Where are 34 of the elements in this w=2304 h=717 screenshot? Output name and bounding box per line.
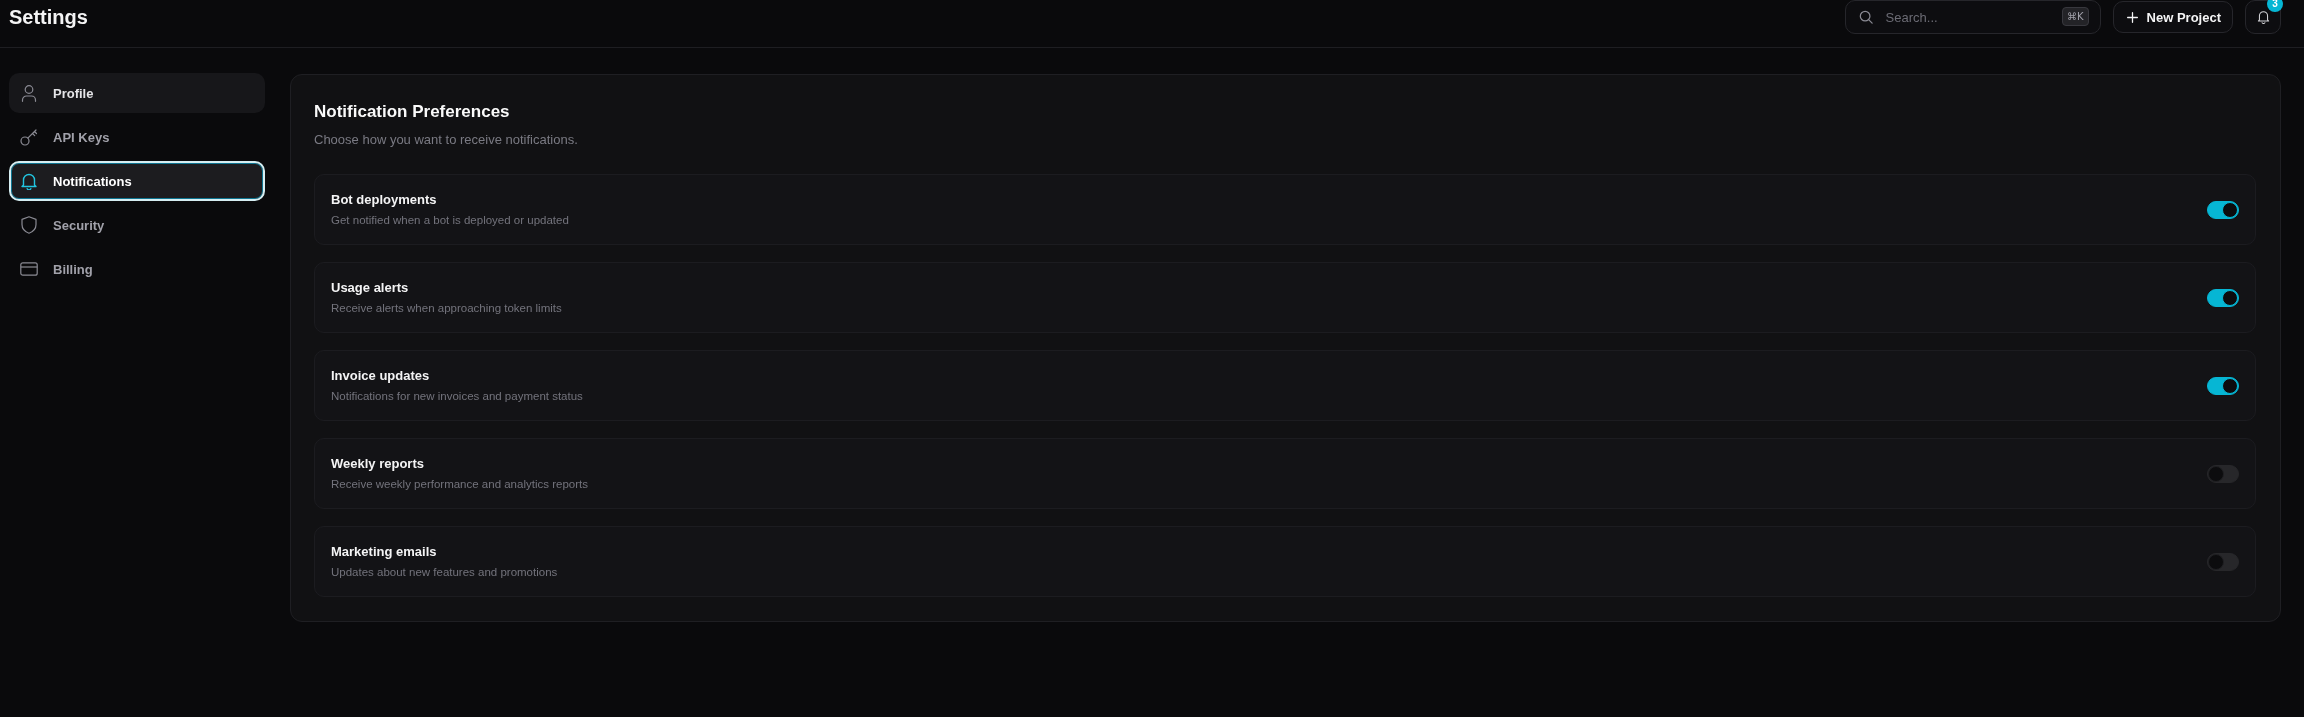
user-icon bbox=[20, 84, 38, 102]
preference-title: Bot deployments bbox=[331, 191, 438, 209]
sidebar-item[interactable]: API Keys bbox=[9, 117, 265, 157]
section-title: Notification Preferences bbox=[314, 101, 511, 123]
preference-description: Receive alerts when approaching token limits bbox=[331, 301, 562, 316]
preference-title: Weekly reports bbox=[331, 455, 425, 473]
preference-description: Get notified when a bot is deployed or updated bbox=[331, 213, 569, 228]
page-title: Settings bbox=[9, 5, 88, 30]
toggle-switch[interactable] bbox=[2207, 464, 2239, 483]
preference-title: Usage alerts bbox=[331, 279, 410, 297]
credit-card-icon bbox=[20, 260, 38, 278]
section-subtitle: Choose how you want to receive notifications. bbox=[314, 131, 579, 149]
new-project-button[interactable]: New Project bbox=[2112, 1, 2233, 33]
search-icon bbox=[1858, 10, 1873, 24]
toggle-switch[interactable] bbox=[2207, 376, 2239, 395]
sidebar-item[interactable]: Security bbox=[9, 205, 265, 245]
preference-description: Receive weekly performance and analytics reports bbox=[331, 477, 588, 492]
toggle-switch[interactable] bbox=[2207, 552, 2239, 571]
shield-icon bbox=[20, 216, 38, 234]
sidebar-item[interactable]: Profile bbox=[9, 73, 265, 113]
key-icon bbox=[20, 128, 38, 146]
preference-description: Notifications for new invoices and payment status bbox=[331, 389, 583, 404]
toggle-switch[interactable] bbox=[2207, 288, 2239, 307]
sidebar-item[interactable]: Billing bbox=[9, 249, 265, 289]
notification-badge: 3 bbox=[2267, 0, 2283, 12]
preference-title: Marketing emails bbox=[331, 543, 438, 561]
plus-icon bbox=[2126, 11, 2138, 23]
preference-description: Updates about new features and promotions bbox=[331, 565, 558, 580]
toggle-switch[interactable] bbox=[2207, 200, 2239, 219]
bell-icon bbox=[20, 172, 38, 190]
shortcut-hint: ⌘K bbox=[2062, 7, 2089, 26]
sidebar-item[interactable]: Notifications bbox=[9, 161, 265, 201]
bell-icon bbox=[2256, 10, 2270, 24]
preference-title: Invoice updates bbox=[331, 367, 431, 385]
